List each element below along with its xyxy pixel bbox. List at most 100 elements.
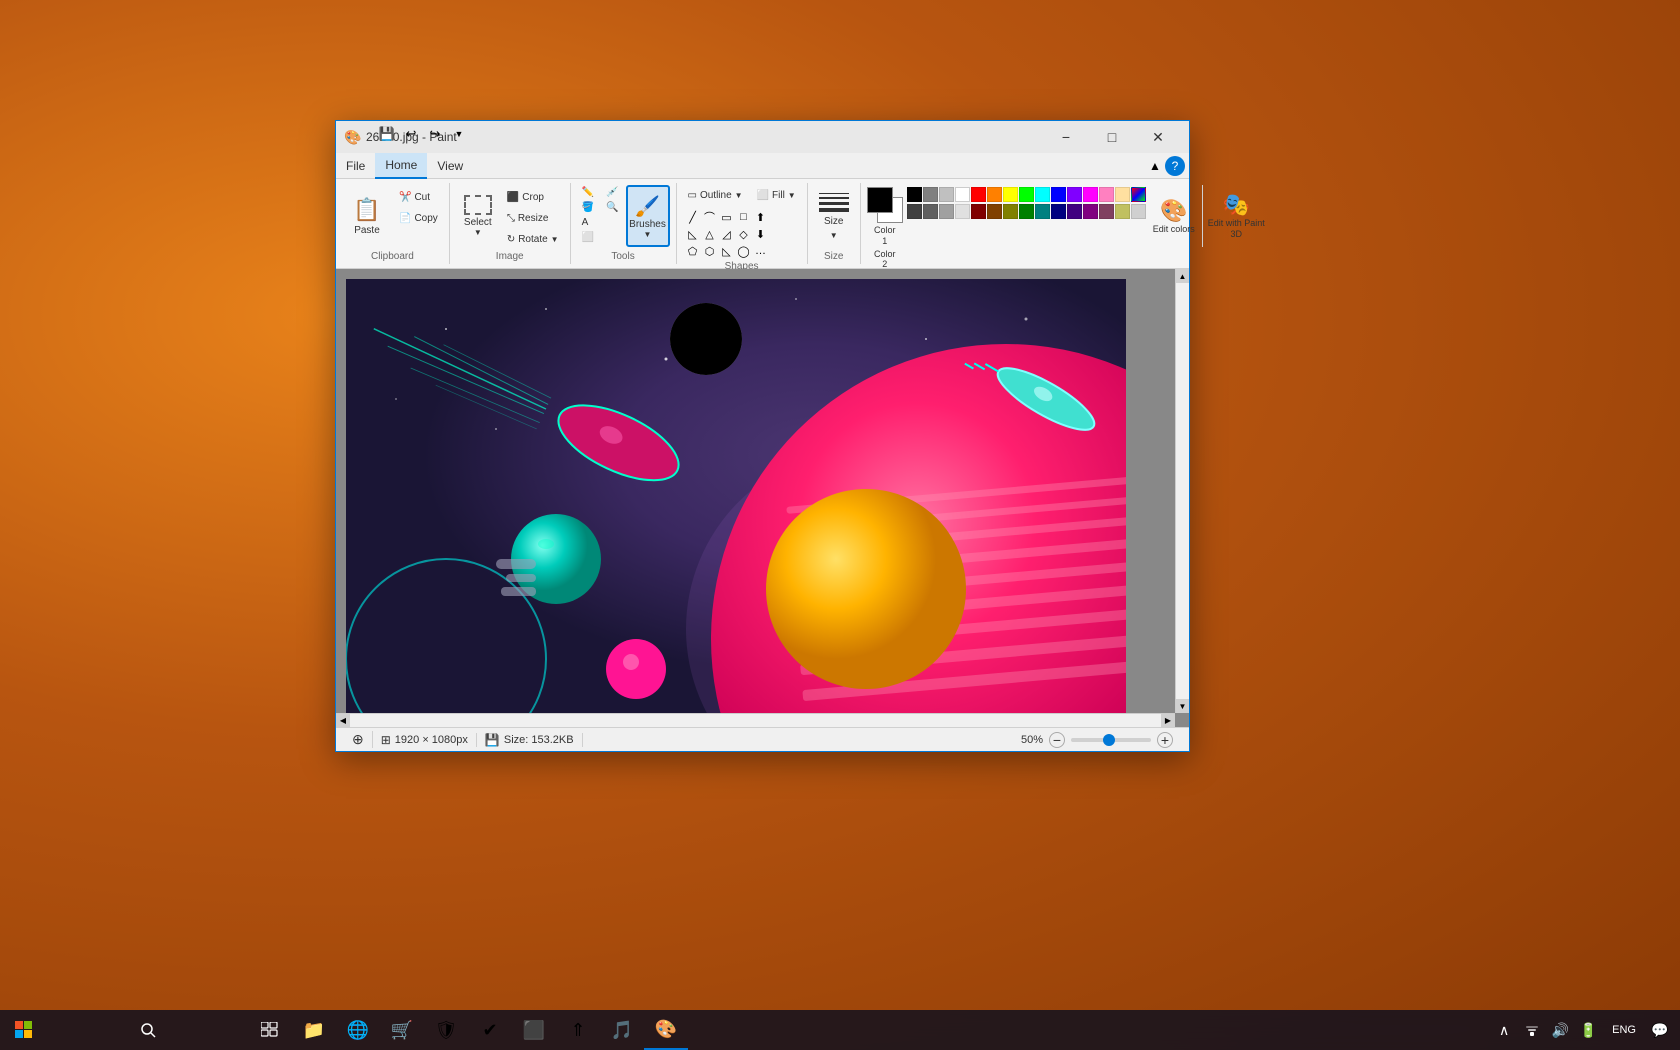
shape-right-tri[interactable]: ◺ [719,243,735,259]
edit-with-paint3d-button[interactable]: 🎭 Edit with Paint 3D [1202,185,1266,247]
taskbar-file-explorer[interactable]: 📁 [292,1010,336,1050]
tray-volume[interactable]: 🔊 [1548,1010,1572,1050]
maximize-button[interactable]: □ [1089,121,1135,153]
redo-button[interactable]: ↪ [424,123,446,145]
help-button[interactable]: ? [1165,156,1185,176]
color1-swatch[interactable] [867,187,893,213]
scrollbar-down[interactable]: ▼ [1176,699,1189,713]
canvas-container[interactable]: ▲ ▼ ◀ ▶ [336,269,1189,727]
swatch-silver[interactable] [939,187,954,202]
fill-shapes-button[interactable]: ⬜ Fill ▼ [752,185,801,205]
swatch-khaki[interactable] [1115,204,1130,219]
shape-ellipse[interactable]: ◯ [736,243,752,259]
paste-button[interactable]: 📋 Paste [342,185,392,247]
close-button[interactable]: ✕ [1135,121,1181,153]
swatch-maroon[interactable] [971,204,986,219]
shape-line[interactable]: ╱ [685,209,701,225]
start-button[interactable] [0,1010,48,1050]
swatch-pink[interactable] [1099,187,1114,202]
swatch-brown[interactable] [987,204,1002,219]
fill-tool-button[interactable]: 🪣 [577,200,599,214]
menu-home[interactable]: Home [375,153,427,179]
swatch-lightgray[interactable] [955,204,970,219]
swatch-purple[interactable] [1083,204,1098,219]
swatch-gray3[interactable] [939,204,954,219]
scrollbar-up[interactable]: ▲ [1176,269,1189,283]
swatch-violet[interactable] [1067,187,1082,202]
notification-button[interactable]: 💬 [1648,1010,1672,1050]
shape-hex[interactable]: ⬡ [702,243,718,259]
taskbar-music[interactable]: 🎵 [600,1010,644,1050]
text-button[interactable]: A [577,215,599,229]
swatch-gradient[interactable] [1131,187,1146,202]
shape-tri3[interactable]: ◿ [719,226,735,242]
shape-curve[interactable]: ⌒ [702,209,718,225]
undo-button[interactable]: ↩ [400,123,422,145]
minimize-button[interactable]: − [1043,121,1089,153]
taskbar-store[interactable]: 🛒 [380,1010,424,1050]
taskbar-todo[interactable]: ✔ [468,1010,512,1050]
copy-button[interactable]: 📄 Copy [394,208,443,228]
shape-scroll2[interactable]: ⬇ [753,226,769,242]
swatch-darkgreen[interactable] [1019,204,1034,219]
color-picker-button[interactable]: 💉 [601,185,623,199]
magnifier-button[interactable]: 🔍 [601,200,623,214]
edit-colors-button[interactable]: 🎨 Edit colors [1150,185,1198,247]
swatch-purple2[interactable] [1067,204,1082,219]
swatch-blue[interactable] [1051,187,1066,202]
save-button[interactable]: 💾 [376,123,398,145]
swatch-magenta[interactable] [1083,187,1098,202]
zoom-slider[interactable] [1071,738,1151,742]
swatch-olive[interactable] [1003,204,1018,219]
zoom-thumb[interactable] [1103,734,1115,746]
shape-rect2[interactable]: □ [736,209,752,225]
taskbar-task-view[interactable] [248,1010,292,1050]
swatch-white[interactable] [955,187,970,202]
menu-view[interactable]: View [427,153,473,179]
swatch-lightgray2[interactable] [1131,204,1146,219]
resize-button[interactable]: ⤡ Resize [502,208,564,228]
swatch-cyan[interactable] [1035,187,1050,202]
zoom-in-button[interactable]: + [1157,732,1173,748]
shape-tri1[interactable]: ◺ [685,226,701,242]
taskbar-arrow[interactable]: ⇑ [556,1010,600,1050]
swatch-gray[interactable] [923,187,938,202]
swatch-black[interactable] [907,187,922,202]
size-button[interactable]: Size ▼ [814,185,854,247]
customize-qa-button[interactable]: ▼ [448,123,470,145]
vertical-scrollbar[interactable]: ▲ ▼ [1175,269,1189,713]
swatch-teal[interactable] [1035,204,1050,219]
tray-battery[interactable]: 🔋 [1576,1010,1600,1050]
new-canvas-icon[interactable]: ⊕ [352,731,364,748]
scrollbar-right[interactable]: ▶ [1161,714,1175,727]
brushes-button[interactable]: 🖌️ Brushes ▼ [626,185,670,247]
swatch-gray2[interactable] [923,204,938,219]
swatch-green[interactable] [1019,187,1034,202]
taskbar-security[interactable]: 🛡 [424,1010,468,1050]
taskbar-search[interactable] [48,1010,248,1050]
shape-scroll1[interactable]: ⬆ [753,209,769,225]
taskbar-paint[interactable]: 🎨 [644,1010,688,1050]
swatch-darkgray[interactable] [907,204,922,219]
scrollbar-left[interactable]: ◀ [336,714,350,727]
swatch-navy[interactable] [1051,204,1066,219]
ribbon-collapse-button[interactable]: ▲ [1145,156,1165,176]
shape-tri2[interactable]: △ [702,226,718,242]
swatch-peach[interactable] [1115,187,1130,202]
shape-more[interactable]: … [753,243,769,259]
shape-diamond[interactable]: ◇ [736,226,752,242]
pencil-button[interactable]: ✏️ [577,185,599,199]
taskbar-edge[interactable]: 🌐 [336,1010,380,1050]
swatch-yellow[interactable] [1003,187,1018,202]
select-button[interactable]: Select ▼ [456,185,500,247]
tray-show-hidden[interactable]: ∧ [1492,1010,1516,1050]
taskbar-terminal[interactable]: ⬛ [512,1010,556,1050]
eraser-button[interactable]: ⬜ [577,230,599,244]
cut-button[interactable]: ✂️ Cut [394,187,443,207]
swatch-red[interactable] [971,187,986,202]
tray-network[interactable] [1520,1010,1544,1050]
shape-rect[interactable]: ▭ [719,209,735,225]
zoom-out-button[interactable]: − [1049,732,1065,748]
horizontal-scrollbar[interactable]: ◀ ▶ [336,713,1175,727]
swatch-mauve[interactable] [1099,204,1114,219]
